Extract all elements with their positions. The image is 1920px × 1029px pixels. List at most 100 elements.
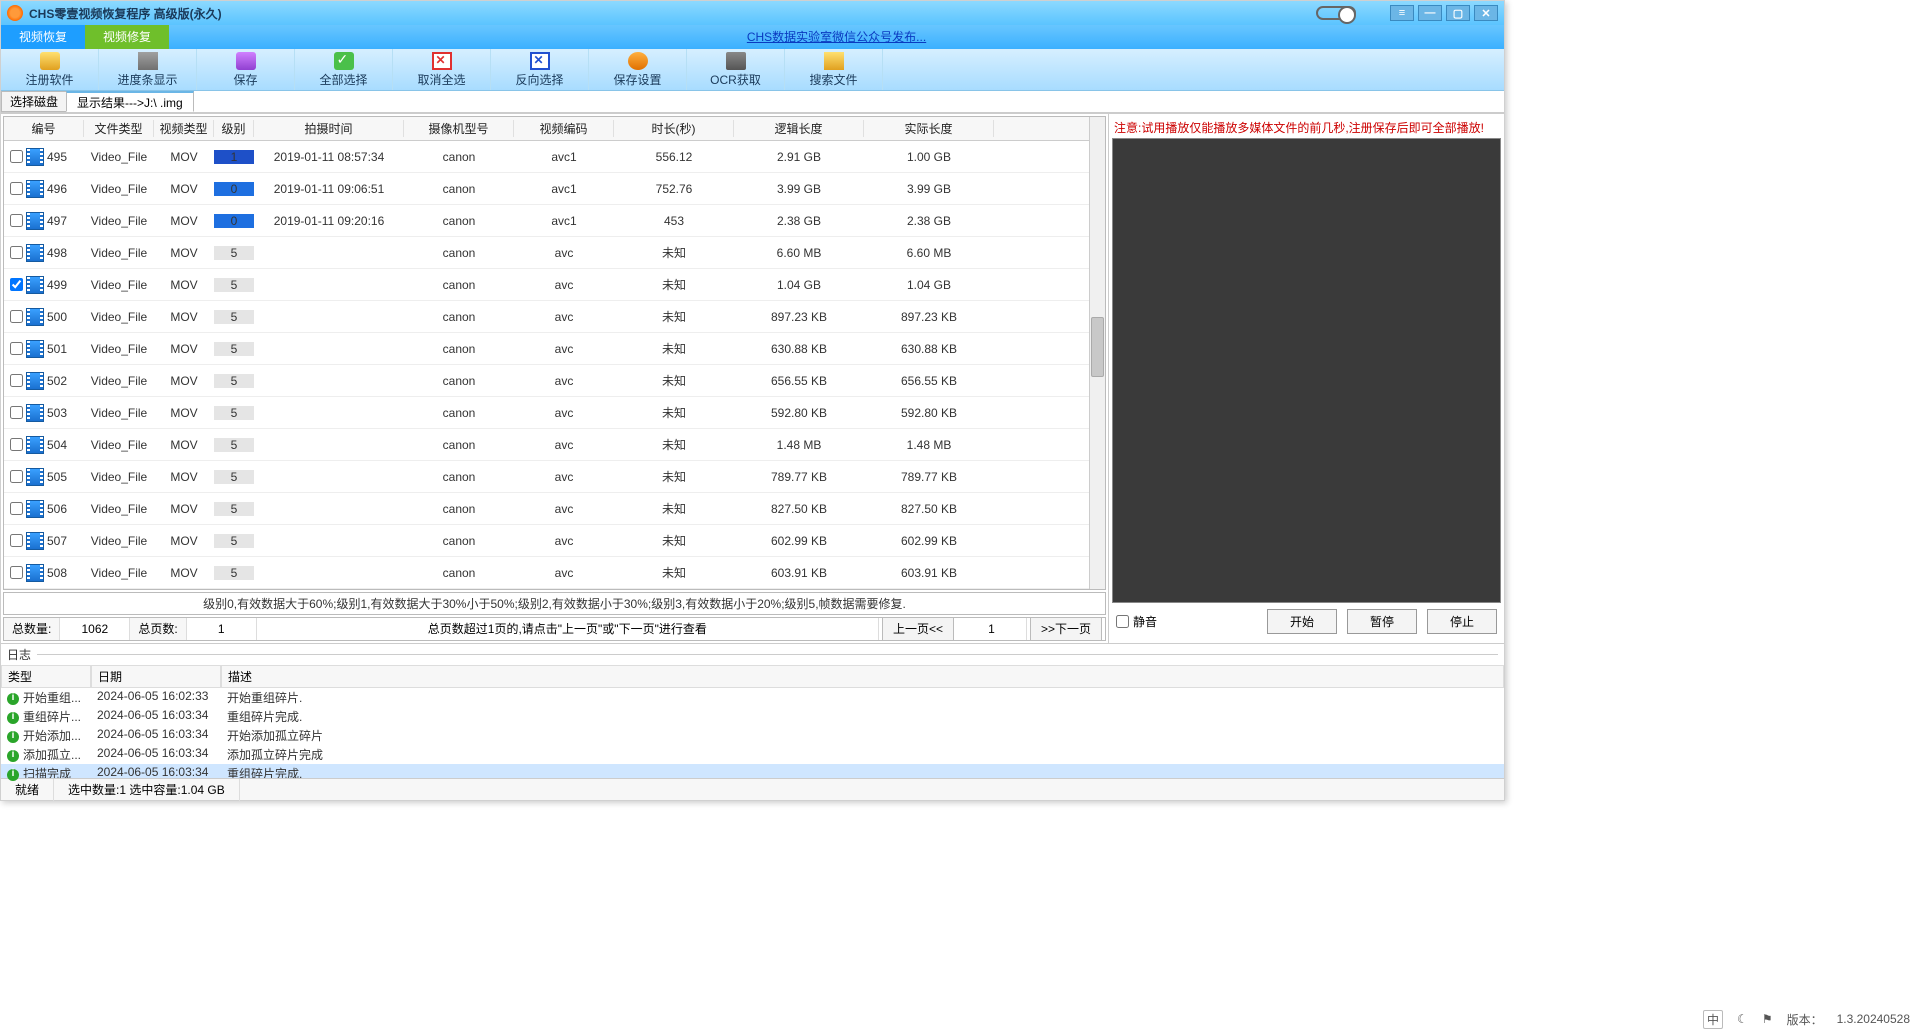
row-checkbox[interactable] [10,278,23,291]
cell-level: 5 [214,502,254,516]
cell-dur: 未知 [614,276,734,293]
maximize-button[interactable]: ▢ [1446,5,1470,21]
table-row[interactable]: 495Video_FileMOV12019-01-11 08:57:34cano… [4,141,1089,173]
table-row[interactable]: 497Video_FileMOV02019-01-11 09:20:16cano… [4,205,1089,237]
cell-level: 5 [214,246,254,260]
video-icon [26,468,44,486]
menu-button[interactable]: ≡ [1390,5,1414,21]
cell-cam: canon [404,566,514,580]
result-tab[interactable]: 显示结果--->J:\ .img [66,91,194,112]
row-checkbox[interactable] [10,502,23,515]
col-header[interactable]: 拍摄时间 [254,120,404,137]
row-checkbox[interactable] [10,310,23,323]
pages-value: 1 [187,618,257,640]
cell-level: 5 [214,342,254,356]
row-checkbox[interactable] [10,438,23,451]
tab-recover[interactable]: 视频恢复 [1,25,85,49]
wechat-link[interactable]: CHS数据实验室微信公众号发布... [747,30,926,44]
tool-progress[interactable]: 进度条显示 [99,49,197,90]
table-row[interactable]: 499Video_FileMOV5canonavc未知1.04 GB1.04 G… [4,269,1089,301]
row-checkbox[interactable] [10,246,23,259]
row-checkbox[interactable] [10,374,23,387]
col-header[interactable]: 实际长度 [864,120,994,137]
row-checkbox[interactable] [10,150,23,163]
log-row[interactable]: 开始添加...2024-06-05 16:03:34开始添加孤立碎片 [1,726,1504,745]
play-pause-button[interactable]: 暂停 [1347,609,1417,634]
row-checkbox[interactable] [10,214,23,227]
cell-cam: canon [404,438,514,452]
toggle-pill-icon[interactable] [1316,6,1356,20]
next-page-button[interactable]: >>下一页 [1030,617,1102,641]
log-col[interactable]: 日期 [91,665,221,688]
col-header[interactable]: 视频编码 [514,120,614,137]
log-row[interactable]: 开始重组...2024-06-05 16:02:33开始重组碎片. [1,688,1504,707]
row-checkbox[interactable] [10,566,23,579]
row-checkbox[interactable] [10,406,23,419]
cell-cam: canon [404,278,514,292]
row-checkbox[interactable] [10,342,23,355]
cell-real: 1.00 GB [864,150,994,164]
row-checkbox[interactable] [10,182,23,195]
mode-tabstrip: 视频恢复 视频修复 CHS数据实验室微信公众号发布... [1,25,1504,49]
table-row[interactable]: 498Video_FileMOV5canonavc未知6.60 MB6.60 M… [4,237,1089,269]
prev-page-button[interactable]: 上一页<< [882,617,954,641]
col-header[interactable]: 时长(秒) [614,120,734,137]
tool-register[interactable]: 注册软件 [1,49,99,90]
table-row[interactable]: 502Video_FileMOV5canonavc未知656.55 KB656.… [4,365,1089,397]
log-row[interactable]: 重组碎片...2024-06-05 16:03:34重组碎片完成. [1,707,1504,726]
play-stop-button[interactable]: 停止 [1427,609,1497,634]
moon-icon[interactable]: ☾ [1737,1012,1748,1026]
play-start-button[interactable]: 开始 [1267,609,1337,634]
tool-select-all[interactable]: 全部选择 [295,49,393,90]
titlebar[interactable]: CHS零壹视频恢复程序 高级版(永久) ≡ — ▢ ✕ [1,1,1504,25]
table-row[interactable]: 501Video_FileMOV5canonavc未知630.88 KB630.… [4,333,1089,365]
mute-input[interactable] [1116,615,1129,628]
mute-checkbox[interactable]: 静音 [1116,613,1157,630]
grid-scrollbar[interactable] [1089,117,1105,589]
table-row[interactable]: 500Video_FileMOV5canonavc未知897.23 KB897.… [4,301,1089,333]
tool-deselect[interactable]: 取消全选 [393,49,491,90]
log-col[interactable]: 描述 [221,665,1504,688]
tab-repair[interactable]: 视频修复 [85,25,169,49]
col-header[interactable]: 级别 [214,120,254,137]
tray-icon[interactable]: ⚑ [1762,1012,1773,1026]
tool-search[interactable]: 搜索文件 [785,49,883,90]
close-button[interactable]: ✕ [1474,5,1498,21]
tool-save[interactable]: 保存 [197,49,295,90]
video-preview[interactable] [1112,138,1501,603]
cell-ftype: Video_File [84,566,154,580]
table-row[interactable]: 507Video_FileMOV5canonavc未知602.99 KB602.… [4,525,1089,557]
scrollbar-thumb[interactable] [1091,317,1104,377]
cell-real: 602.99 KB [864,534,994,548]
row-checkbox[interactable] [10,470,23,483]
table-row[interactable]: 505Video_FileMOV5canonavc未知789.77 KB789.… [4,461,1089,493]
log-row[interactable]: 添加孤立...2024-06-05 16:03:34添加孤立碎片完成 [1,745,1504,764]
table-row[interactable]: 508Video_FileMOV5canonavc未知603.91 KB603.… [4,557,1089,589]
cell-ftype: Video_File [84,438,154,452]
cell-real: 897.23 KB [864,310,994,324]
table-row[interactable]: 503Video_FileMOV5canonavc未知592.80 KB592.… [4,397,1089,429]
col-header[interactable]: 文件类型 [84,120,154,137]
row-id: 507 [47,534,67,548]
tool-save-settings[interactable]: 保存设置 [589,49,687,90]
col-header[interactable]: 逻辑长度 [734,120,864,137]
minimize-button[interactable]: — [1418,5,1442,21]
col-header[interactable]: 摄像机型号 [404,120,514,137]
select-disk-button[interactable]: 选择磁盘 [1,91,67,112]
table-row[interactable]: 496Video_FileMOV02019-01-11 09:06:51cano… [4,173,1089,205]
cell-ftype: Video_File [84,534,154,548]
ime-indicator[interactable]: 中 [1703,1010,1723,1029]
col-header[interactable]: 视频类型 [154,120,214,137]
row-checkbox[interactable] [10,534,23,547]
log-col[interactable]: 类型 [1,665,91,688]
col-header[interactable]: 编号 [4,120,84,137]
log-date: 2024-06-05 16:03:34 [91,745,221,764]
table-row[interactable]: 504Video_FileMOV5canonavc未知1.48 MB1.48 M… [4,429,1089,461]
table-row[interactable]: 506Video_FileMOV5canonavc未知827.50 KB827.… [4,493,1089,525]
tool-invert[interactable]: 反向选择 [491,49,589,90]
cell-cam: canon [404,150,514,164]
row-id: 508 [47,566,67,580]
cell-dur: 未知 [614,308,734,325]
cell-real: 789.77 KB [864,470,994,484]
tool-ocr[interactable]: OCR获取 [687,49,785,90]
